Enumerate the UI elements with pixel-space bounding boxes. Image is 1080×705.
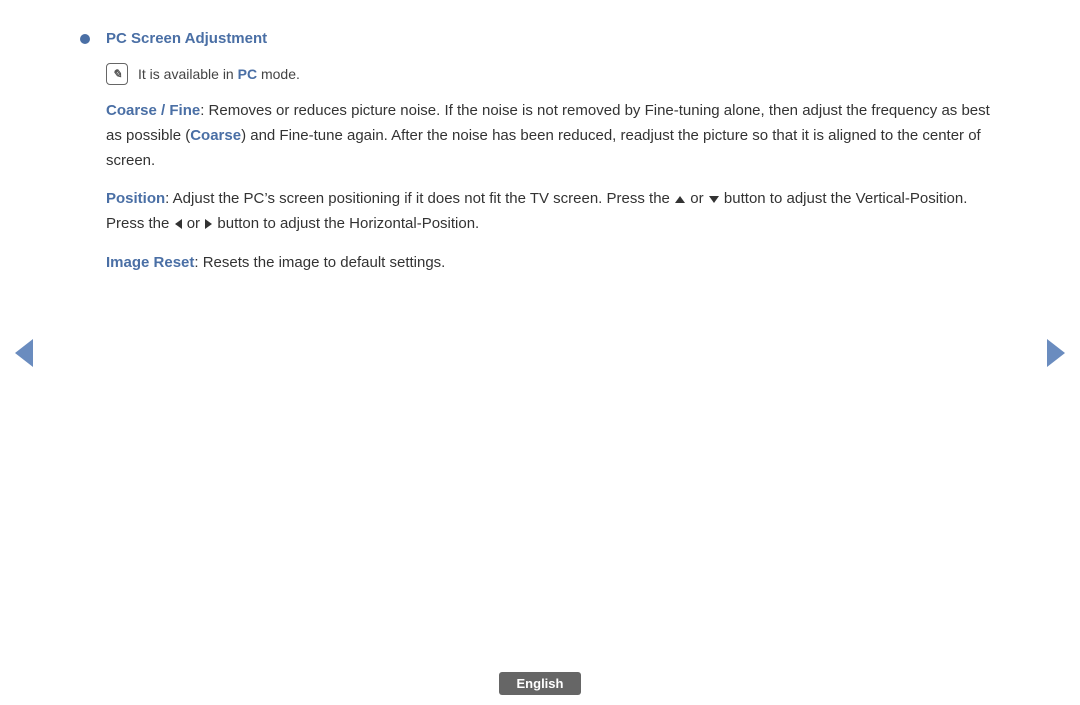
or-text-1: or: [690, 190, 703, 207]
image-reset-text: : Resets the image to default settings.: [194, 254, 445, 271]
note-icon: ✎: [106, 63, 128, 85]
note-pc-highlight: PC: [238, 66, 257, 82]
section-header: PC Screen Adjustment: [80, 30, 1000, 47]
main-content: PC Screen Adjustment ✎ It is available i…: [80, 20, 1000, 645]
prev-page-button[interactable]: [12, 331, 36, 375]
coarse-fine-paragraph: Coarse / Fine: Removes or reduces pictur…: [106, 99, 1000, 173]
up-arrow-icon: [675, 196, 685, 203]
note-text: It is available in PC mode.: [138, 66, 300, 82]
next-page-button[interactable]: [1044, 331, 1068, 375]
down-arrow-icon: [709, 196, 719, 203]
language-badge[interactable]: English: [499, 672, 582, 695]
right-arrow-icon: [1047, 339, 1065, 367]
image-reset-label: Image Reset: [106, 254, 194, 271]
left-arrow-inline-icon: [175, 219, 182, 229]
or-text-2: or: [187, 215, 200, 232]
note-line: ✎ It is available in PC mode.: [106, 63, 1000, 85]
footer: English: [0, 661, 1080, 705]
coarse-link: Coarse: [190, 127, 241, 144]
section-title: PC Screen Adjustment: [106, 30, 267, 47]
right-arrow-inline-icon: [205, 219, 212, 229]
bullet-icon: [80, 34, 90, 44]
position-text3: button to adjust the Horizontal-Position…: [217, 215, 479, 232]
position-paragraph: Position: Adjust the PC’s screen positio…: [106, 187, 1000, 237]
left-arrow-icon: [15, 339, 33, 367]
image-reset-paragraph: Image Reset: Resets the image to default…: [106, 251, 1000, 276]
position-text1: : Adjust the PC’s screen positioning if …: [165, 190, 670, 207]
position-label: Position: [106, 190, 165, 207]
coarse-fine-label: Coarse / Fine: [106, 102, 200, 119]
